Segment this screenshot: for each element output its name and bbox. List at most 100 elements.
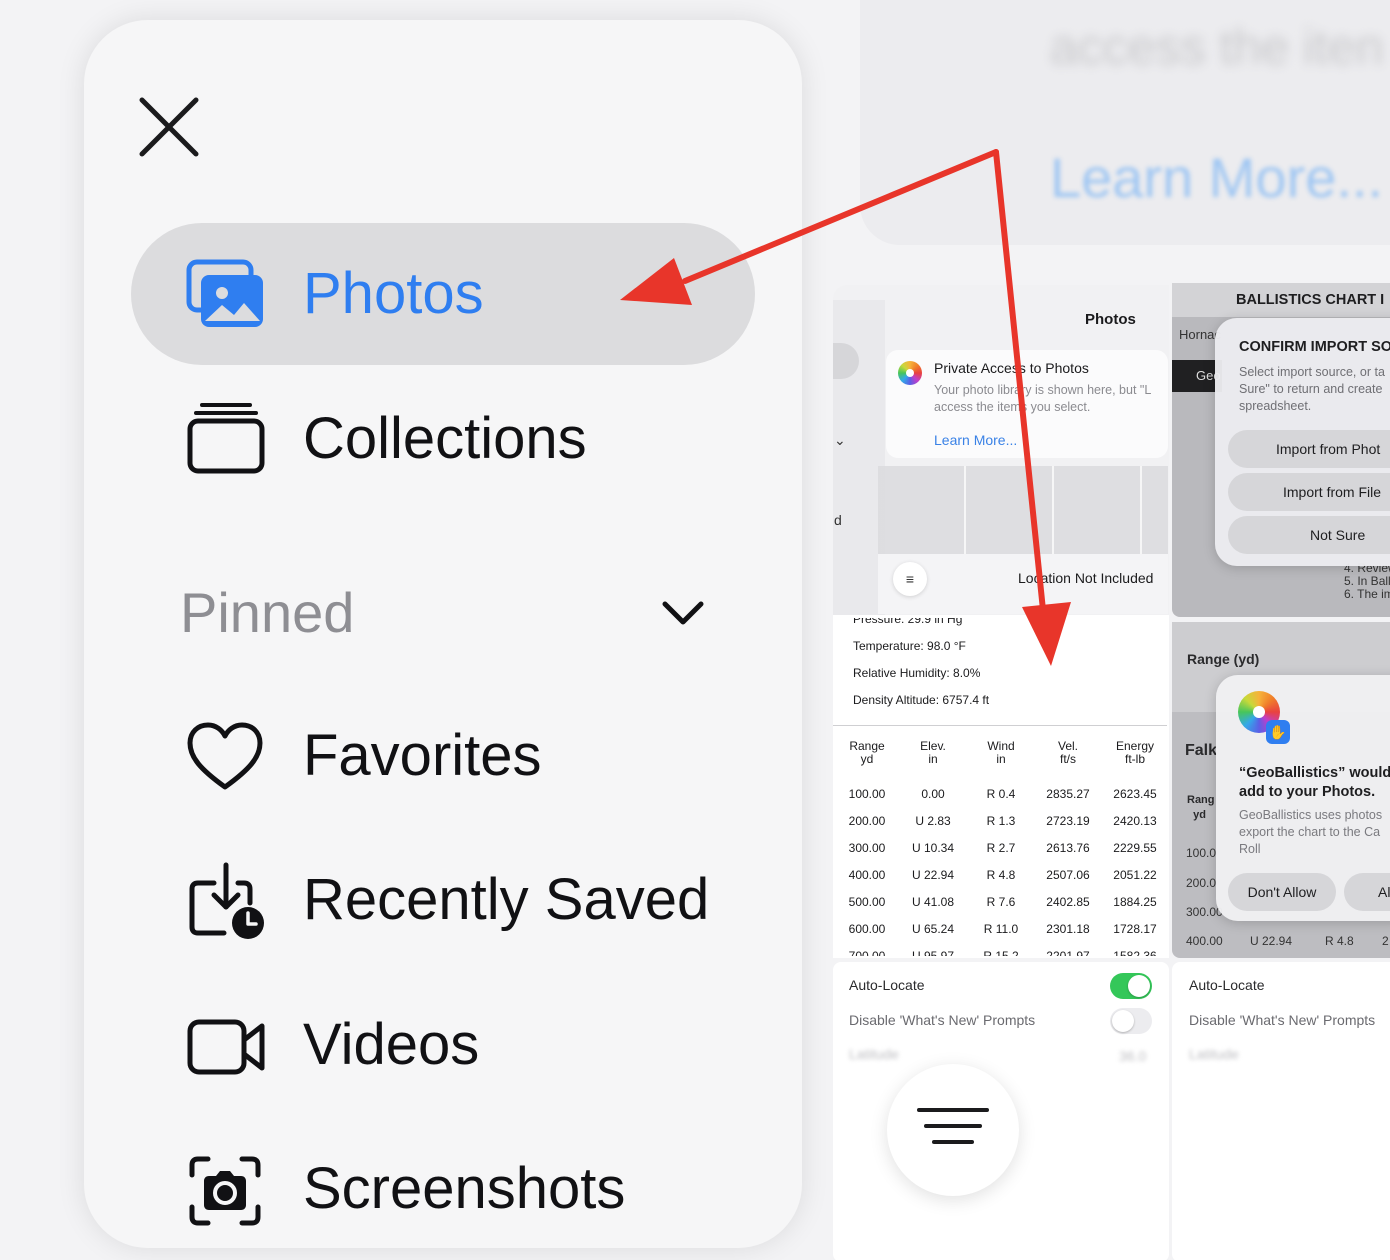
settings-latitude: Latitude [1189, 1046, 1239, 1062]
table-density-altitude: Density Altitude: 6757.4 ft [853, 693, 990, 707]
table-cell: 2507.06 [1046, 868, 1090, 882]
table-temperature: Temperature: 98.0 °F [853, 639, 966, 653]
table-header-unit: in [996, 752, 1006, 766]
thumb-mini-grid [878, 466, 1168, 554]
pinned-section-title[interactable]: Pinned [180, 580, 354, 646]
import-from-photos-button: Import from Phot [1228, 430, 1390, 468]
thumb-card-body: Your photo library is shown here, but "L… [934, 383, 1151, 414]
table-cell: 2051.22 [1113, 868, 1157, 882]
screen: access the iten Learn More... ⌄ d Photos… [0, 0, 1390, 1260]
sidebar-item-collections[interactable]: Collections [131, 368, 755, 510]
table-header-unit: ft/s [1059, 752, 1076, 766]
sidebar-item-videos[interactable]: Videos [131, 974, 755, 1116]
thumb-filter-icon: ≡ [893, 562, 927, 596]
permission-bottom-cell: 400.00 [1186, 934, 1223, 948]
thumb-letter: d [834, 512, 842, 528]
screenshot-icon [189, 1156, 261, 1226]
table-cell: R 4.8 [986, 868, 1016, 882]
thumb-chevron: ⌄ [834, 432, 846, 448]
table-cell: 2402.85 [1046, 895, 1090, 909]
table-cell: R 7.6 [986, 895, 1016, 909]
allow-button: Al [1344, 873, 1390, 911]
banner-faded-text: access the iten [1050, 19, 1384, 75]
chevron-down-icon[interactable] [660, 596, 706, 630]
table-cell: U 22.94 [911, 868, 955, 882]
sidebar-item-label: Screenshots [303, 1156, 626, 1221]
table-cell: 2229.55 [1113, 841, 1157, 855]
confirm-import-body: Select import source, or ta Sure" to ret… [1239, 365, 1385, 413]
table-cell: 2835.27 [1046, 787, 1090, 801]
learn-more-link[interactable]: Learn More... [1050, 145, 1383, 210]
permission-body: GeoBallistics uses photos export the cha… [1239, 808, 1383, 856]
table-header-unit: yd [860, 752, 874, 766]
table-cell: U 65.24 [911, 922, 955, 936]
table-header-unit: in [928, 752, 938, 766]
table-header-cell: Vel. ft/s [1038, 740, 1098, 766]
table-header-unit: ft-lb [1124, 752, 1145, 766]
settings-disable-prompts: Disable 'What's New' Prompts [849, 1012, 1036, 1028]
table-cell: 600.00 [848, 922, 886, 936]
thumb-card-title: Private Access to Photos [934, 360, 1089, 376]
sidebar-item-photos[interactable]: Photos [131, 223, 755, 365]
table-cell: 2623.45 [1113, 787, 1157, 801]
sidebar-item-label: Recently Saved [303, 867, 710, 932]
collections-icon [187, 403, 265, 474]
filter-icon-line [917, 1108, 989, 1112]
settings-auto-locate: Auto-Locate [1189, 977, 1265, 993]
not-sure-button: Not Sure [1228, 516, 1390, 554]
photos-app-icon [898, 361, 922, 385]
table-separator [833, 725, 1167, 726]
table-cell: 400.00 [848, 868, 886, 882]
close-icon[interactable] [136, 96, 202, 158]
table-cell: U 2.83 [915, 814, 951, 828]
permission-bottom-cell: 2 [1382, 934, 1389, 948]
table-header-cell: Elev. in [903, 740, 963, 766]
table-cell: 2613.76 [1046, 841, 1090, 855]
settings-disable-prompts: Disable 'What's New' Prompts [1189, 1012, 1376, 1028]
auto-locate-toggle [1110, 973, 1152, 999]
sidebar-item-label: Videos [303, 1012, 480, 1077]
ballistics-instructions: 4. Review 5. In Balli 6. The im [1344, 561, 1390, 601]
table-cell: 2420.13 [1113, 814, 1157, 828]
table-cell: R 1.3 [986, 814, 1016, 828]
sidebar-item-screenshots[interactable]: Screenshots [131, 1118, 755, 1260]
heart-icon [187, 722, 263, 790]
table-humidity: Relative Humidity: 8.0% [853, 666, 981, 680]
table-cell: U 41.08 [911, 895, 955, 909]
settings-latitude: Latitude [849, 1046, 899, 1062]
thumb-location-label: Location Not Included [1018, 570, 1154, 586]
confirm-import-title: CONFIRM IMPORT SO [1239, 339, 1390, 355]
permission-left-value: 200.0 [1186, 876, 1217, 890]
thumb-title: Photos [1085, 311, 1136, 328]
hand-icon: ✋ [1266, 720, 1290, 744]
sidebar-item-label: Photos [303, 261, 484, 326]
photos-icon [186, 259, 263, 327]
table-header-cell: Wind in [971, 740, 1031, 766]
dont-allow-button: Don't Allow [1228, 873, 1336, 911]
table-cell: 200.00 [848, 814, 886, 828]
sidebar-item-recently-saved[interactable]: Recently Saved [131, 829, 755, 971]
table-cell: 100.00 [848, 787, 886, 801]
filter-icon-line [924, 1124, 982, 1128]
permission-left-value: 100.0 [1186, 846, 1217, 860]
sidebar-item-label: Favorites [303, 723, 542, 788]
video-icon [187, 1019, 265, 1075]
permission-bottom-cell: U 22.94 [1250, 934, 1293, 948]
filter-icon-line [932, 1140, 974, 1144]
table-cell: 1884.25 [1113, 895, 1157, 909]
table-header-cell: Range yd [837, 740, 897, 766]
table-cell: 0.00 [921, 787, 945, 801]
thumbnail-settings-2[interactable] [1172, 962, 1390, 1260]
permission-rang: Rang yd [1187, 794, 1215, 821]
table-cell: 500.00 [848, 895, 886, 909]
filter-button[interactable] [887, 1064, 1019, 1196]
table-cell: 1728.17 [1113, 922, 1157, 936]
permission-title: “GeoBallistics” would add to your Photos… [1239, 765, 1390, 800]
table-cell: U 10.34 [911, 841, 955, 855]
settings-auto-locate: Auto-Locate [849, 977, 925, 993]
table-header-cell: Energy ft-lb [1105, 740, 1165, 766]
sidebar-item-favorites[interactable]: Favorites [131, 685, 755, 827]
table-cell: R 2.7 [986, 841, 1016, 855]
recently-saved-icon [189, 862, 264, 939]
table-cell: 2723.19 [1046, 814, 1090, 828]
